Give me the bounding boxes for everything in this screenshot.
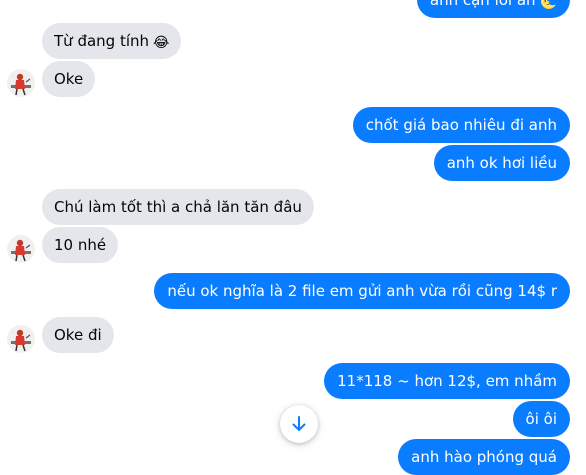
moon-emoji-icon: 🌜: [539, 0, 557, 10]
avatar-image: [11, 73, 31, 96]
avatar[interactable]: [7, 325, 35, 353]
message-text: Chú làm tốt thì a chả lăn tăn đâu: [54, 198, 302, 216]
message-bubble-incoming[interactable]: 10 nhé: [42, 227, 119, 263]
avatar-image: [11, 329, 31, 352]
message-text: Oke đi: [54, 326, 102, 344]
message-bubble-outgoing[interactable]: ôi ôi: [512, 401, 570, 437]
message-text: Oke: [54, 70, 84, 88]
message-text: 10 nhé: [54, 236, 107, 254]
message-text: anh hào phóng quá: [411, 448, 557, 466]
message-text: ôi ôi: [525, 410, 557, 428]
avatar-image: [11, 239, 31, 262]
message-bubble-outgoing[interactable]: anh ok hơi liều: [433, 145, 570, 181]
message-text: chốt giá bao nhiêu đi anh: [365, 116, 557, 134]
message-bubble-incoming[interactable]: Oke: [42, 61, 96, 97]
message-bubble-incoming[interactable]: Chú làm tốt thì a chả lăn tăn đâu: [42, 189, 314, 225]
message-bubble-outgoing[interactable]: anh hào phóng quá: [398, 439, 570, 475]
laughing-emoji-icon: 😂: [153, 35, 170, 51]
avatar[interactable]: [7, 69, 35, 97]
message-text: anh cạn lời ah: [429, 0, 536, 9]
message-text: anh ok hơi liều: [446, 154, 557, 172]
avatar[interactable]: [7, 235, 35, 263]
arrow-down-icon: [292, 416, 306, 431]
message-bubble-incoming[interactable]: Từ đang tính 😂: [42, 23, 182, 59]
message-bubble-incoming[interactable]: Oke đi: [42, 317, 114, 353]
message-text: Từ đang tính: [54, 32, 150, 50]
message-text: nếu ok nghĩa là 2 file em gửi anh vừa rồ…: [167, 282, 557, 300]
scroll-to-bottom-button[interactable]: [280, 405, 318, 443]
message-bubble-outgoing[interactable]: nếu ok nghĩa là 2 file em gửi anh vừa rồ…: [154, 273, 570, 309]
message-bubble-outgoing[interactable]: anh cạn lời ah 🌜: [416, 0, 570, 18]
message-bubble-outgoing[interactable]: 11*118 ~ hơn 12$, em nhầm: [324, 363, 570, 399]
message-text: 11*118 ~ hơn 12$, em nhầm: [337, 372, 557, 390]
message-bubble-outgoing[interactable]: chốt giá bao nhiêu đi anh: [352, 107, 570, 143]
